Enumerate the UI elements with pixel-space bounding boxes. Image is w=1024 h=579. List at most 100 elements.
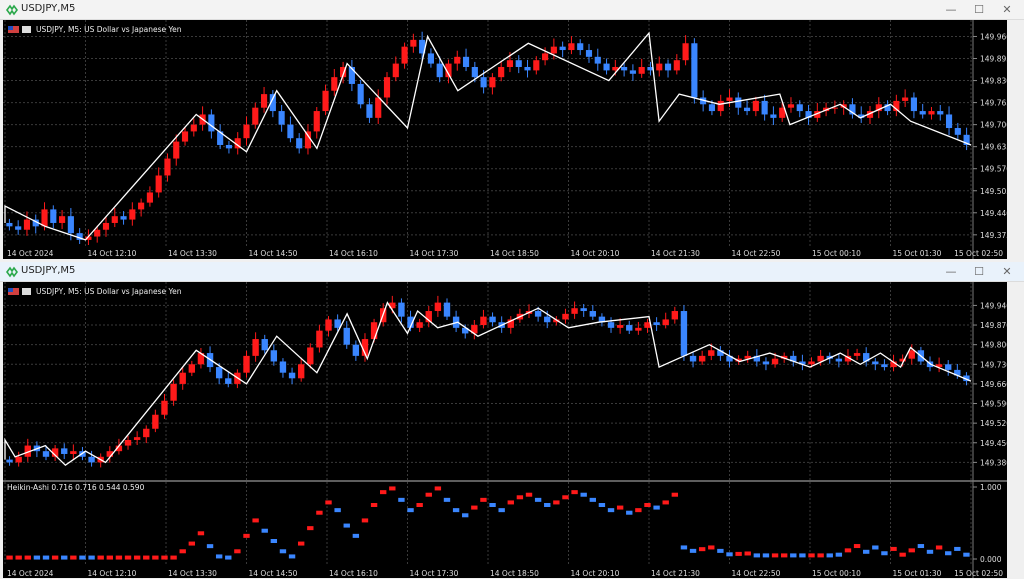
heikin-ashi-bar: [24, 555, 31, 560]
candle-body: [635, 327, 642, 331]
heikin-ashi-bar: [389, 486, 396, 491]
candle-body: [577, 43, 584, 51]
price-label: 149.730: [980, 360, 1007, 369]
chart-grid: [3, 282, 972, 566]
heikin-ashi-bar: [689, 548, 697, 553]
candle-body: [155, 175, 162, 193]
price-axis: 149.960 149.895 149.830 149.765 149.700 149.6…: [973, 32, 1007, 240]
time-label: 14 Oct 12:10: [88, 249, 137, 258]
price-label: 149.800: [980, 341, 1007, 350]
candle-body: [489, 77, 496, 88]
heikin-ashi-bar: [553, 500, 560, 505]
time-label: 15 Oct 01:30: [893, 249, 942, 258]
heikin-ashi-bar: [88, 555, 95, 560]
candle-body: [691, 43, 698, 98]
candle-body: [427, 53, 434, 64]
price-label: 149.520: [980, 419, 1007, 428]
candle-body: [945, 364, 952, 370]
candle-body: [392, 63, 399, 78]
time-label: 14 Oct 14:50: [249, 569, 298, 578]
heikin-ashi-bar: [525, 492, 533, 497]
price-label: 149.765: [980, 99, 1007, 108]
time-label: 15 Oct 00:10: [812, 249, 861, 258]
heikin-ashi-bar: [325, 500, 332, 505]
price-label: 149.895: [980, 55, 1007, 64]
heikin-ashi-bar: [853, 544, 861, 549]
candle-body: [296, 138, 303, 149]
time-label: 14 Oct 22:50: [732, 249, 781, 258]
candle-body: [664, 63, 672, 71]
candle-body: [181, 131, 189, 142]
minimize-button[interactable]: —: [936, 1, 966, 18]
candle-body: [534, 311, 542, 317]
heikin-ashi-bar: [799, 553, 806, 558]
maximize-button[interactable]: ☐: [964, 263, 994, 280]
heikin-ashi-bar: [124, 555, 132, 560]
candle-body: [297, 364, 305, 379]
price-label: 149.570: [980, 165, 1007, 174]
candle-body: [954, 128, 961, 135]
heikin-ashi-bar: [899, 552, 906, 557]
maximize-button[interactable]: ☐: [964, 1, 994, 18]
time-label: 14 Oct 2024: [7, 249, 54, 258]
price-chart-area[interactable]: 149.940 149.870 149.800 149.730 149.660 149.5…: [3, 282, 1007, 578]
candle-body: [225, 144, 233, 149]
close-button[interactable]: ✕: [992, 263, 1022, 280]
heikin-ashi-bar: [735, 551, 742, 556]
time-label: 14 Oct 20:10: [571, 249, 620, 258]
candle-body: [138, 202, 145, 210]
candle-body: [680, 311, 688, 356]
candle-body: [480, 316, 487, 326]
time-label: 14 Oct 16:10: [329, 249, 378, 258]
heikin-ashi-bar: [380, 490, 387, 495]
candle-body: [401, 46, 408, 64]
candle-body: [252, 107, 259, 125]
candle-body: [129, 209, 136, 220]
candle-body: [88, 456, 95, 463]
minimize-button[interactable]: —: [936, 263, 966, 280]
heikin-ashi-bar: [607, 508, 615, 513]
window-title: USDJPY,M5: [21, 265, 76, 276]
heikin-ashi-bar: [926, 549, 934, 554]
candle-body: [708, 104, 716, 112]
heikin-ashi-bar: [307, 526, 314, 531]
heikin-ashi-bar: [6, 555, 13, 560]
close-button[interactable]: ✕: [992, 1, 1022, 18]
heikin-ashi-bar: [662, 500, 669, 505]
time-label: 15 Oct 00:10: [812, 569, 861, 578]
heikin-ashi-bar: [179, 549, 186, 554]
price-chart: 149.960 149.895 149.830 149.765 149.700 149.6…: [3, 20, 1007, 259]
time-axis: 14 Oct 2024 14 Oct 12:10 14 Oct 13:30 14 Oc…: [7, 569, 1003, 578]
heikin-ashi-bar: [33, 555, 41, 560]
title-bar[interactable]: USDJPY,M5 — ☐ ✕: [0, 262, 1024, 282]
heikin-ashi-bar: [881, 551, 888, 556]
title-bar[interactable]: USDJPY,M5 — ☐ ✕: [0, 0, 1024, 20]
heikin-ashi-bar: [106, 555, 113, 560]
candle-body: [410, 39, 417, 47]
heikin-ashi-bar: [434, 486, 442, 491]
time-label: 14 Oct 20:10: [571, 569, 620, 578]
candle-body: [559, 46, 566, 51]
heikin-ashi-bar: [826, 553, 833, 558]
heikin-ashi-bar: [589, 497, 596, 502]
price-chart-area[interactable]: 149.960 149.895 149.830 149.765 149.700 149.6…: [3, 20, 1007, 259]
heikin-ashi-bar: [51, 555, 59, 560]
price-label: 149.375: [980, 231, 1007, 240]
candle-body: [629, 70, 636, 74]
heikin-ashi-bar: [844, 548, 852, 553]
heikin-ashi-bar: [215, 554, 223, 559]
candle-body: [225, 378, 232, 384]
candle-body: [726, 97, 733, 101]
price-label: 149.440: [980, 209, 1007, 218]
heikin-ashi-bar: [115, 555, 123, 560]
candle-body: [462, 56, 470, 67]
candle-body: [124, 439, 132, 446]
heikin-ashi-bar: [343, 523, 350, 528]
candle-body: [331, 77, 338, 91]
candle-body: [571, 308, 578, 314]
candle-body: [656, 63, 663, 71]
candle-body: [279, 361, 287, 373]
chart-window-top: USDJPY,M5 — ☐ ✕ 149.960149.895149.830149…: [0, 0, 1024, 260]
indicator-label: Heikin-Ashi 0.716 0.716 0.544 0.590: [7, 483, 145, 492]
candle-body: [59, 216, 66, 223]
